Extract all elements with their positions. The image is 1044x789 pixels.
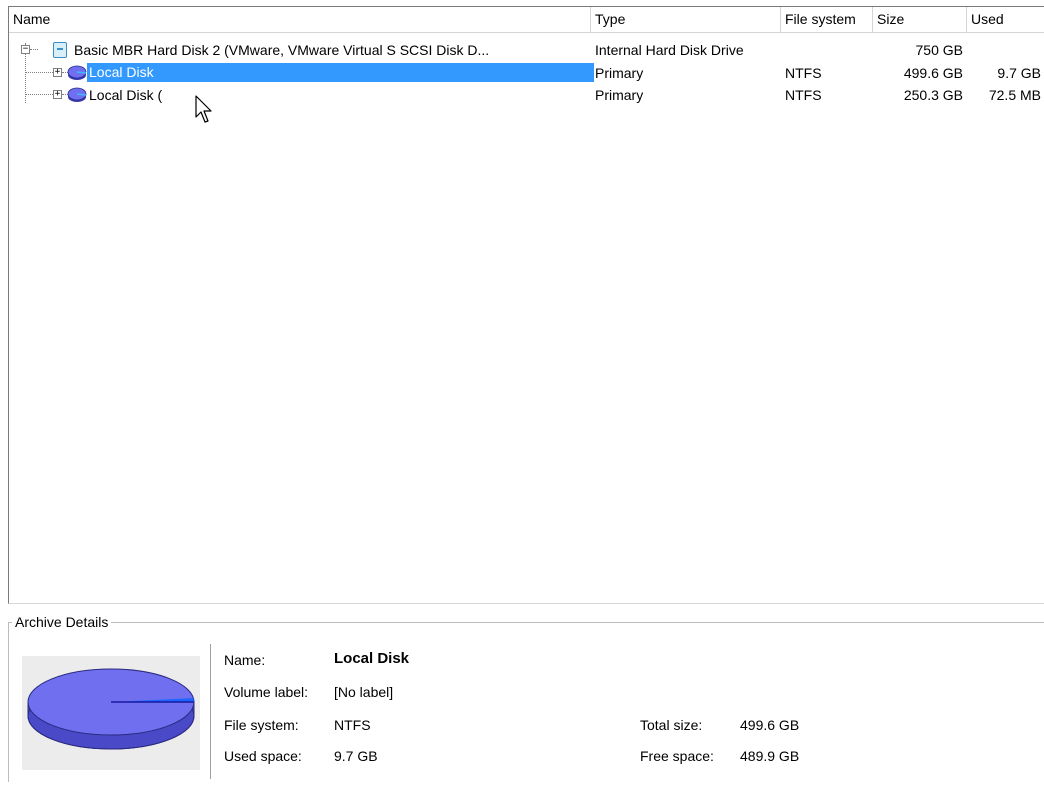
details-divider [210,644,211,779]
detail-used-space-value: 9.7 GB [334,748,378,764]
tree-branch [30,49,38,50]
detail-free-space-value: 489.9 GB [740,748,800,764]
archive-content-list[interactable]: Name Type File system Size Used − Basic … [8,6,1044,604]
detail-total-size-label: Total size: [640,717,703,733]
row-type: Internal Hard Disk Drive [595,42,744,58]
collapse-minus-icon[interactable]: − [21,45,30,54]
row-name: Local Disk ( [89,87,163,103]
detail-free-space-label: Free space: [640,748,714,764]
details-group-title: Archive Details [12,613,112,631]
detail-name-value: Local Disk [334,650,410,667]
tree-branch [26,94,53,95]
tree-branch [26,72,53,73]
row-used: 9.7 GB [997,65,1041,81]
details-group-border [8,622,1044,623]
row-size: 499.6 GB [903,65,963,81]
detail-name-label: Name: [224,652,266,668]
volume-icon [67,65,87,80]
column-header-file-system[interactable]: File system [781,7,873,32]
row-file-system: NTFS [785,65,822,81]
usage-pie-chart [22,656,200,770]
detail-total-size-value: 499.6 GB [740,717,800,733]
row-size: 250.3 GB [903,87,963,103]
expand-plus-icon[interactable]: + [53,90,62,99]
row-type: Primary [595,65,644,81]
usage-pie-icon [27,668,195,750]
list-header: Name Type File system Size Used [9,7,1044,33]
row-file-system [785,39,873,61]
expand-plus-icon[interactable]: + [53,68,62,77]
column-header-type[interactable]: Type [591,7,781,32]
row-type: Primary [595,87,644,103]
column-header-name[interactable]: Name [9,7,591,32]
table-row-volume-selected[interactable]: + Local Disk Primary NTFS 499.6 GB 9.7 G… [9,62,1044,84]
detail-file-system-label: File system: [224,717,299,733]
detail-volume-label-label: Volume label: [224,684,309,700]
detail-file-system-value: NTFS [334,717,371,733]
column-header-size[interactable]: Size [873,7,967,32]
row-used [967,39,1041,61]
detail-used-space-label: Used space: [224,748,302,764]
row-size: 750 GB [915,42,963,58]
hard-disk-icon [53,42,67,58]
table-row-volume[interactable]: + Local Disk ( Primary NTFS 250.3 GB 72.… [9,84,1044,106]
column-header-used[interactable]: Used [967,7,1044,32]
row-used: 72.5 MB [988,87,1041,103]
mouse-cursor-icon [195,95,212,123]
row-name: Local Disk [86,62,595,83]
details-group-border [8,622,9,782]
table-row-disk[interactable]: − Basic MBR Hard Disk 2 (VMware, VMware … [9,39,1044,61]
detail-volume-label-value: [No label] [334,684,394,700]
row-file-system: NTFS [785,87,822,103]
row-name: Basic MBR Hard Disk 2 (VMware, VMware Vi… [74,42,490,58]
volume-icon [67,87,87,102]
